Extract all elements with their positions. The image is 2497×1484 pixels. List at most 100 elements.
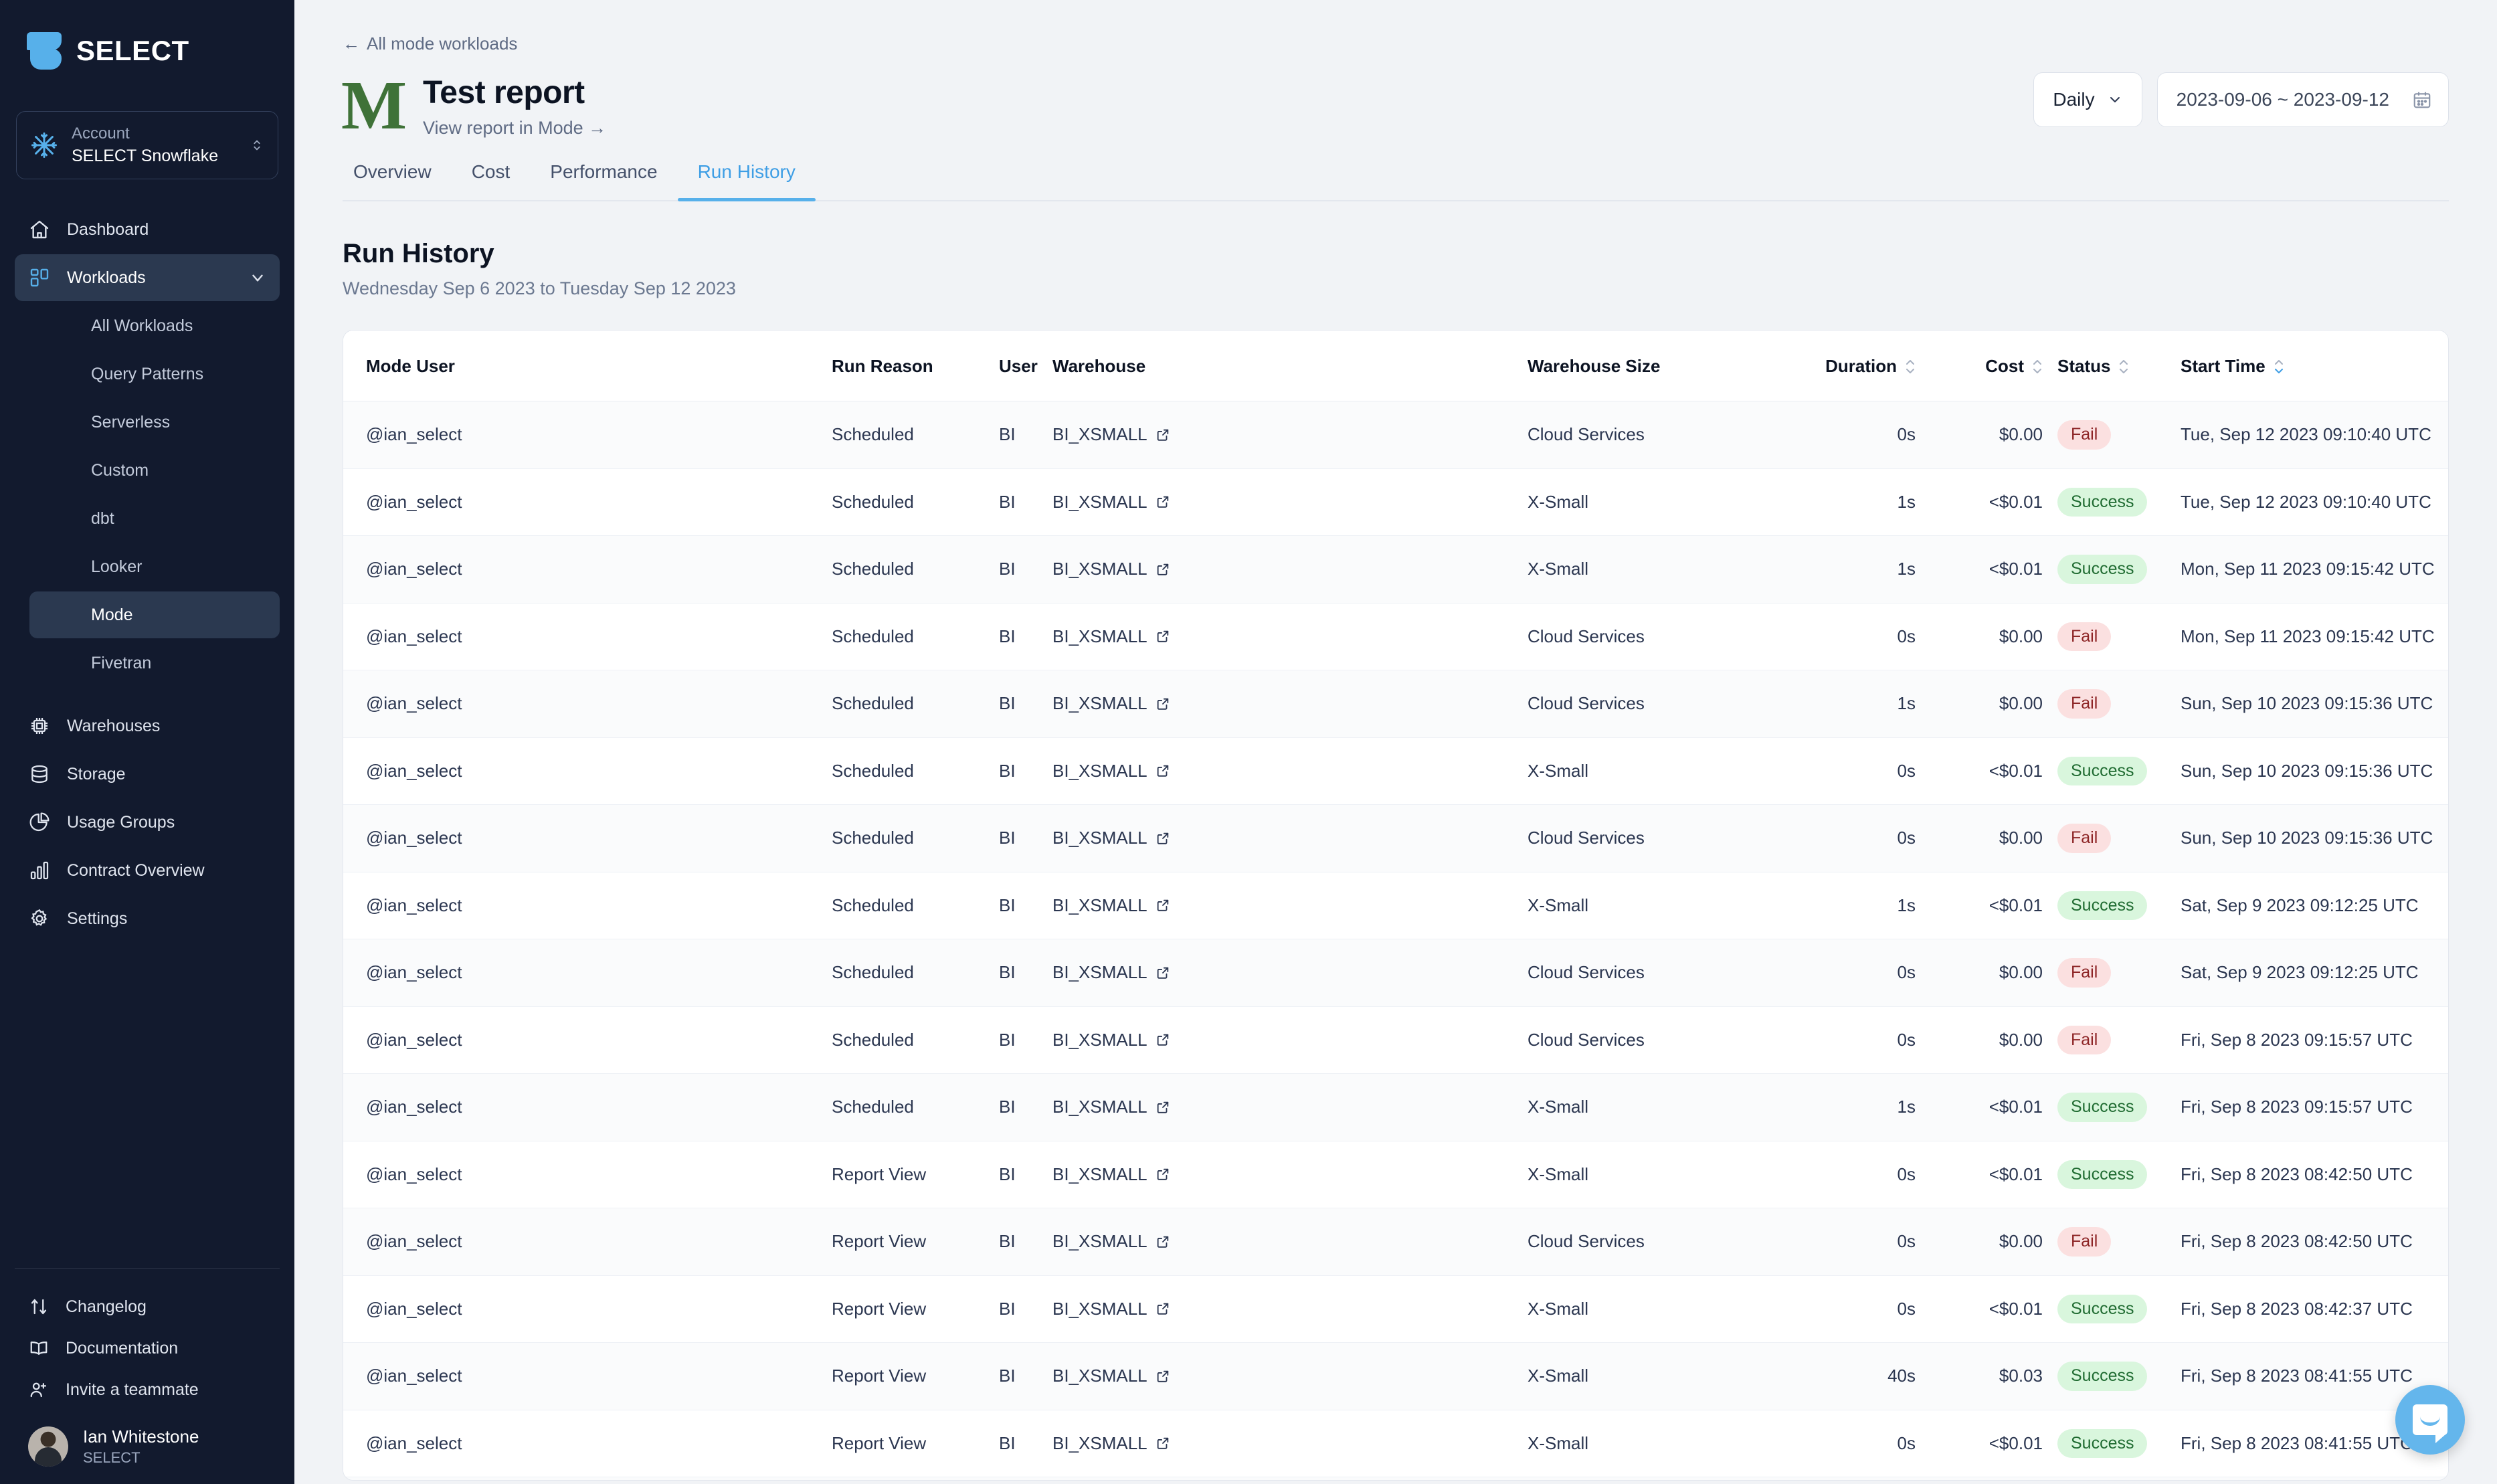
sidebar-item-documentation[interactable]: Documentation (15, 1327, 280, 1369)
table-row[interactable]: @ian_selectReport ViewBIBI_XSMALLX-Small… (343, 1477, 2448, 1480)
cell-duration: 0s (1782, 1208, 1916, 1276)
warehouse-link[interactable]: BI_XSMALL (1052, 1366, 1170, 1386)
date-range-picker[interactable]: 2023-09-06 ~ 2023-09-12 (2156, 72, 2449, 127)
sidebar-item-dbt[interactable]: dbt (29, 495, 280, 542)
tab-cost[interactable]: Cost (452, 161, 531, 200)
sidebar-item-warehouses[interactable]: Warehouses (15, 703, 280, 749)
column-header-status[interactable]: Status (2043, 331, 2163, 401)
sidebar-item-fivetran[interactable]: Fivetran (29, 640, 280, 686)
sidebar-item-storage[interactable]: Storage (15, 751, 280, 798)
table-row[interactable]: @ian_select Report View BI BI_XSMALL Cloud S… (343, 1208, 2448, 1276)
table-row[interactable]: @ian_select Scheduled BI BI_XSMALL Cloud Ser… (343, 603, 2448, 670)
select-logo-icon (27, 32, 62, 70)
table-row[interactable]: @ian_select Scheduled BI BI_XSMALL Cloud Ser… (343, 939, 2448, 1007)
user-org: SELECT (83, 1449, 141, 1466)
external-link-icon (1157, 900, 1168, 911)
cell-mode-user: @ian_select (343, 401, 832, 469)
sort-toggle-icon[interactable] (2274, 359, 2284, 375)
sidebar-item-settings[interactable]: Settings (15, 895, 280, 942)
calendar-icon (2413, 92, 2431, 108)
account-switcher[interactable]: Account SELECT Snowflake (16, 111, 278, 180)
column-header-start-time[interactable]: Start Time (2163, 331, 2448, 401)
table-row[interactable]: @ian_select Scheduled BI BI_XSMALL Cloud Ser… (343, 804, 2448, 872)
column-header-warehouse[interactable]: Warehouse (1052, 331, 1528, 401)
tab-run-history[interactable]: Run History (677, 161, 816, 201)
header-controls: Daily 2023-09-06 ~ 2023-09-12 (2033, 72, 2449, 127)
column-header-cost[interactable]: Cost (1916, 331, 2043, 401)
warehouse-link[interactable]: BI_XSMALL (1052, 693, 1170, 714)
sidebar-item-mode[interactable]: Mode (29, 591, 280, 639)
sidebar-item-workloads[interactable]: Workloads (15, 254, 280, 302)
table-row[interactable]: @ian_select Scheduled BI BI_XSMALL X-Small 1s… (343, 535, 2448, 604)
column-header-user[interactable]: User (999, 331, 1052, 401)
chevron-down-icon (2110, 97, 2120, 102)
sort-toggle-icon[interactable] (1905, 359, 1916, 375)
granularity-dropdown[interactable]: Daily (2033, 72, 2142, 127)
tab-label: Run History (697, 161, 796, 182)
sidebar-item-changelog[interactable]: Changelog (15, 1286, 280, 1327)
table-row[interactable]: @ian_select Scheduled BI BI_XSMALL Cloud Ser… (343, 1006, 2448, 1074)
column-header-duration[interactable]: Duration (1782, 331, 1916, 401)
chat-bubble-icon[interactable] (2395, 1385, 2465, 1455)
column-header-run-reason[interactable]: Run Reason (832, 331, 999, 401)
warehouse-link[interactable]: BI_XSMALL (1052, 1299, 1170, 1319)
cell-cost: $0.00 (1916, 939, 2043, 1007)
table-row[interactable]: @ian_select Scheduled BI BI_XSMALL X-Small 1s… (343, 468, 2448, 536)
sidebar-item-dashboard[interactable]: Dashboard (15, 206, 280, 253)
cell-warehouse: BI_XSMALL (1052, 939, 1528, 1007)
sort-toggle-icon[interactable] (2032, 359, 2043, 375)
cell-user: BI (999, 670, 1052, 738)
warehouse-link[interactable]: BI_XSMALL (1052, 424, 1170, 445)
warehouse-link[interactable]: BI_XSMALL (1052, 761, 1170, 781)
table-row[interactable]: @ian_select Scheduled BI BI_XSMALL X-Small 0s… (343, 737, 2448, 805)
table-row[interactable]: @ian_select Scheduled BI BI_XSMALL Cloud Ser… (343, 670, 2448, 738)
warehouse-link[interactable]: BI_XSMALL (1052, 1231, 1170, 1252)
sidebar-item-query-patterns[interactable]: Query Patterns (29, 351, 280, 397)
warehouse-link[interactable]: BI_XSMALL (1052, 1164, 1170, 1185)
sidebar-item-custom[interactable]: Custom (29, 447, 280, 494)
sidebar-item-invite-teammate[interactable]: Invite a teammate (15, 1369, 280, 1410)
cell-warehouse: BI_XSMALL (1052, 1477, 1528, 1480)
table-row[interactable]: @ian_select Scheduled BI BI_XSMALL X-Small 1s… (343, 872, 2448, 939)
cell-warehouse: BI_XSMALL (1052, 737, 1528, 805)
tab-overview[interactable]: Overview (344, 161, 452, 200)
warehouse-link[interactable]: BI_XSMALL (1052, 895, 1170, 916)
table-row[interactable]: @ian_select Scheduled BI BI_XSMALL Cloud Ser… (343, 401, 2448, 469)
sidebar-footer: Changelog Documentation Invite a teammat… (0, 1286, 294, 1484)
warehouse-link[interactable]: BI_XSMALL (1052, 1030, 1170, 1050)
column-label: Status (2057, 356, 2111, 376)
cell-mode-user: @ian_select (343, 670, 832, 738)
warehouse-link[interactable]: BI_XSMALL (1052, 828, 1170, 848)
warehouse-link[interactable]: BI_XSMALL (1052, 492, 1170, 513)
sort-toggle-icon[interactable] (2118, 359, 2129, 375)
cell-warehouse-size: X-Small (1528, 535, 1782, 604)
tab-performance[interactable]: Performance (530, 161, 677, 200)
view-report-in-mode-link[interactable]: View report in Mode → (423, 118, 606, 138)
table-row[interactable]: @ian_selectReport ViewBIBI_XSMALLX-Small… (343, 1342, 2448, 1410)
warehouse-link[interactable]: BI_XSMALL (1052, 962, 1170, 983)
external-link-icon (1157, 1236, 1168, 1248)
table-row[interactable]: @ian_selectReport ViewBIBI_XSMALLX-Small… (343, 1275, 2448, 1343)
sidebar-item-looker[interactable]: Looker (29, 543, 280, 590)
cell-status: Fail (2043, 1006, 2163, 1074)
breadcrumb-back-link[interactable]: ← All mode workloads (343, 33, 517, 54)
user-profile[interactable]: Ian Whitestone SELECT (15, 1410, 280, 1467)
warehouse-link[interactable]: BI_XSMALL (1052, 626, 1170, 647)
sidebar-item-usage-groups[interactable]: Usage Groups (15, 799, 280, 846)
warehouse-link[interactable]: BI_XSMALL (1052, 1433, 1170, 1454)
brand-logo[interactable]: SELECT (0, 0, 294, 70)
warehouse-link[interactable]: BI_XSMALL (1052, 559, 1170, 579)
table-row[interactable]: @ian_selectReport ViewBIBI_XSMALLX-Small… (343, 1141, 2448, 1208)
warehouse-link[interactable]: BI_XSMALL (1052, 1097, 1170, 1117)
sidebar-item-serverless[interactable]: Serverless (29, 399, 280, 446)
cell-status: Fail (2043, 603, 2163, 670)
column-header-mode-user[interactable]: Mode User (343, 331, 832, 401)
cell-warehouse-size: X-Small (1528, 1410, 1782, 1477)
table-row[interactable]: @ian_selectReport ViewBIBI_XSMALLX-Small… (343, 1410, 2448, 1477)
external-link-icon (1157, 832, 1168, 844)
cell-cost: <$0.01 (1916, 535, 2043, 604)
sidebar-item-contract-overview[interactable]: Contract Overview (15, 847, 280, 894)
column-header-warehouse-size[interactable]: Warehouse Size (1528, 331, 1782, 401)
table-row[interactable]: @ian_select Scheduled BI BI_XSMALL X-Small 1s… (343, 1073, 2448, 1141)
sidebar-item-all-workloads[interactable]: All Workloads (29, 302, 280, 349)
